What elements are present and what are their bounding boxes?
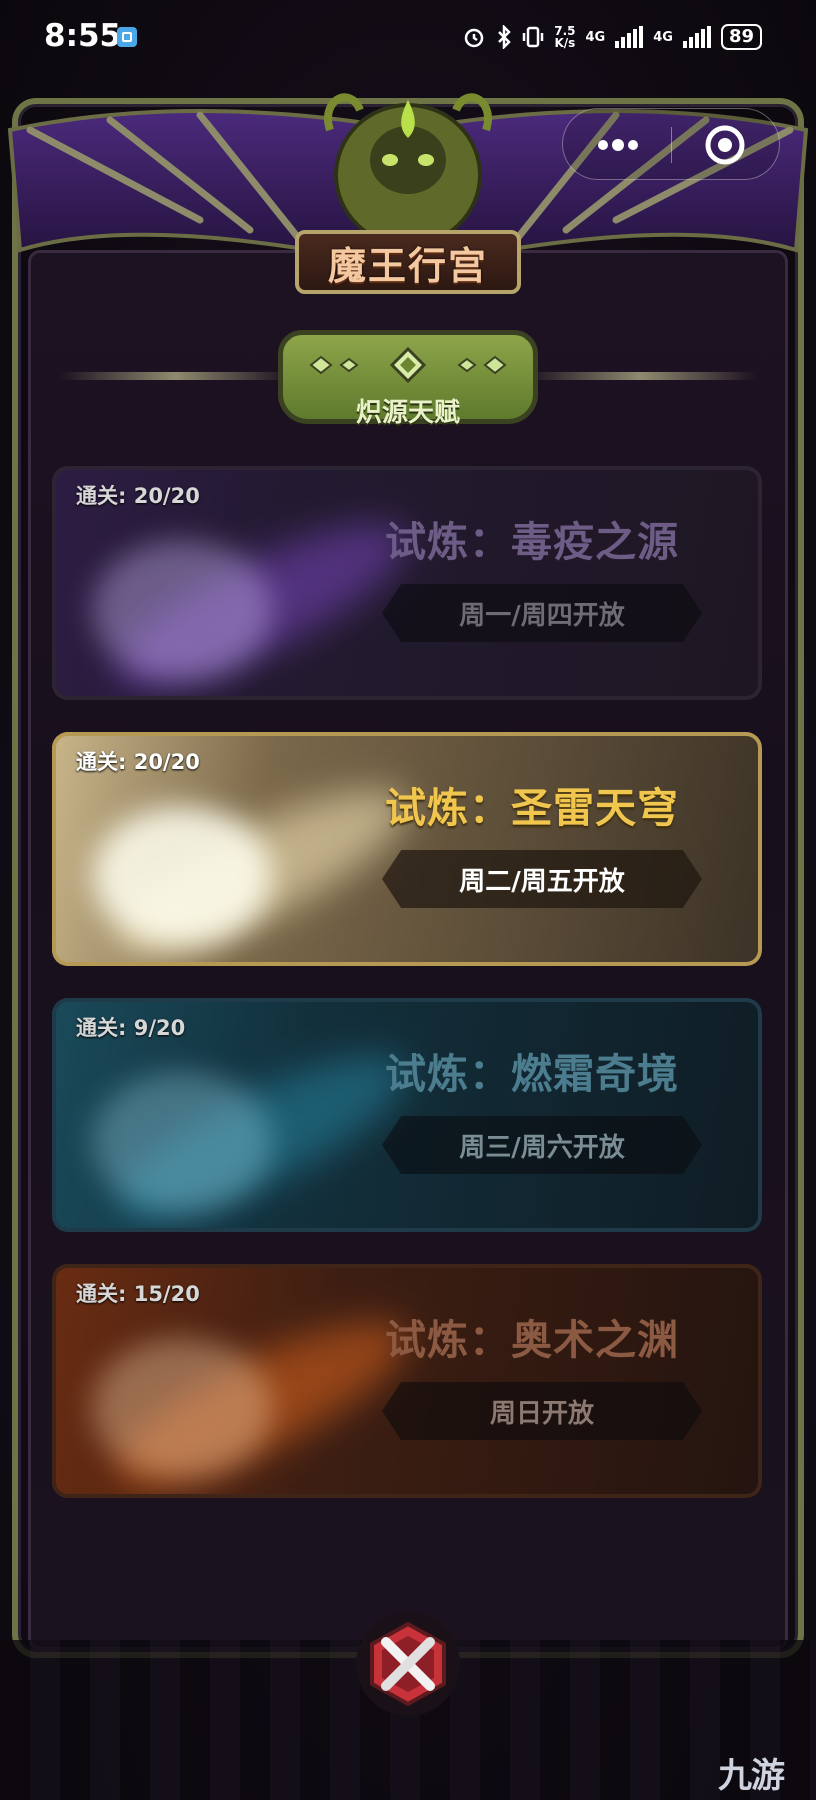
status-time: 8:55 [44,18,122,54]
trial-schedule: 周日开放 [382,1382,702,1440]
trial-progress: 通关: 9/20 [76,1016,186,1040]
watermark: 九游 [718,1756,785,1796]
effect-flame [92,1338,272,1478]
capsule-divider [671,127,672,163]
signal-icon [615,26,644,48]
diamond-ornament-icon [309,346,507,384]
trial-name: 试炼：奥术之渊 [385,1316,679,1364]
left-blade-ornament [60,372,290,380]
right-blade-ornament [526,372,756,380]
trial-screen: 8:55 7.5 K/s 4G 4G 89 魔王行宫 炽源天赋 通关: 20/2… [0,0,816,1800]
trial-card[interactable]: 通关: 20/20 试炼：圣雷天穹 周二/周五开放 [52,732,762,966]
trial-card[interactable]: 通关: 15/20 试炼：奥术之渊 周日开放 [52,1264,762,1498]
effect-flame [92,540,272,680]
trial-name: 试炼：圣雷天穹 [385,784,679,832]
effect-flame [92,1072,272,1212]
battery-level: 89 [720,24,762,50]
effect-flame [92,806,272,946]
network-type-2: 4G [653,29,673,45]
trial-progress: 通关: 20/20 [76,750,200,774]
close-button[interactable] [354,1610,462,1718]
trial-card[interactable]: 通关: 9/20 试炼：燃霜奇境 周三/周六开放 [52,998,762,1232]
app-notification-icon [117,27,137,47]
target-icon[interactable] [703,123,747,167]
bluetooth-icon [498,25,512,49]
trial-schedule: 周三/周六开放 [382,1116,702,1174]
mini-program-capsule [562,108,780,180]
network-type-1: 4G [585,29,606,45]
trial-name: 试炼：毒疫之源 [385,518,679,566]
signal-icon-2 [682,26,711,48]
trial-schedule: 周一/周四开放 [382,584,702,642]
status-bar: 8:55 7.5 K/s 4G 4G 89 [0,0,816,78]
vibrate-icon [522,26,544,48]
trial-schedule: 周二/周五开放 [382,850,702,908]
more-dots-icon[interactable] [593,131,643,159]
page-title: 魔王行宫 [327,243,488,288]
alarm-icon [464,28,484,48]
trial-card[interactable]: 通关: 20/20 试炼：毒疫之源 周一/周四开放 [52,466,762,700]
page-subtitle: 炽源天赋 [355,398,460,428]
trial-progress: 通关: 20/20 [76,484,200,508]
trial-progress: 通关: 15/20 [76,1282,200,1306]
title-plate: 魔王行宫 [295,230,521,294]
net-speed: 7.5 K/s [554,24,576,50]
trial-name: 试炼：燃霜奇境 [385,1050,679,1098]
status-icons: 7.5 K/s 4G 4G 89 [462,24,762,50]
